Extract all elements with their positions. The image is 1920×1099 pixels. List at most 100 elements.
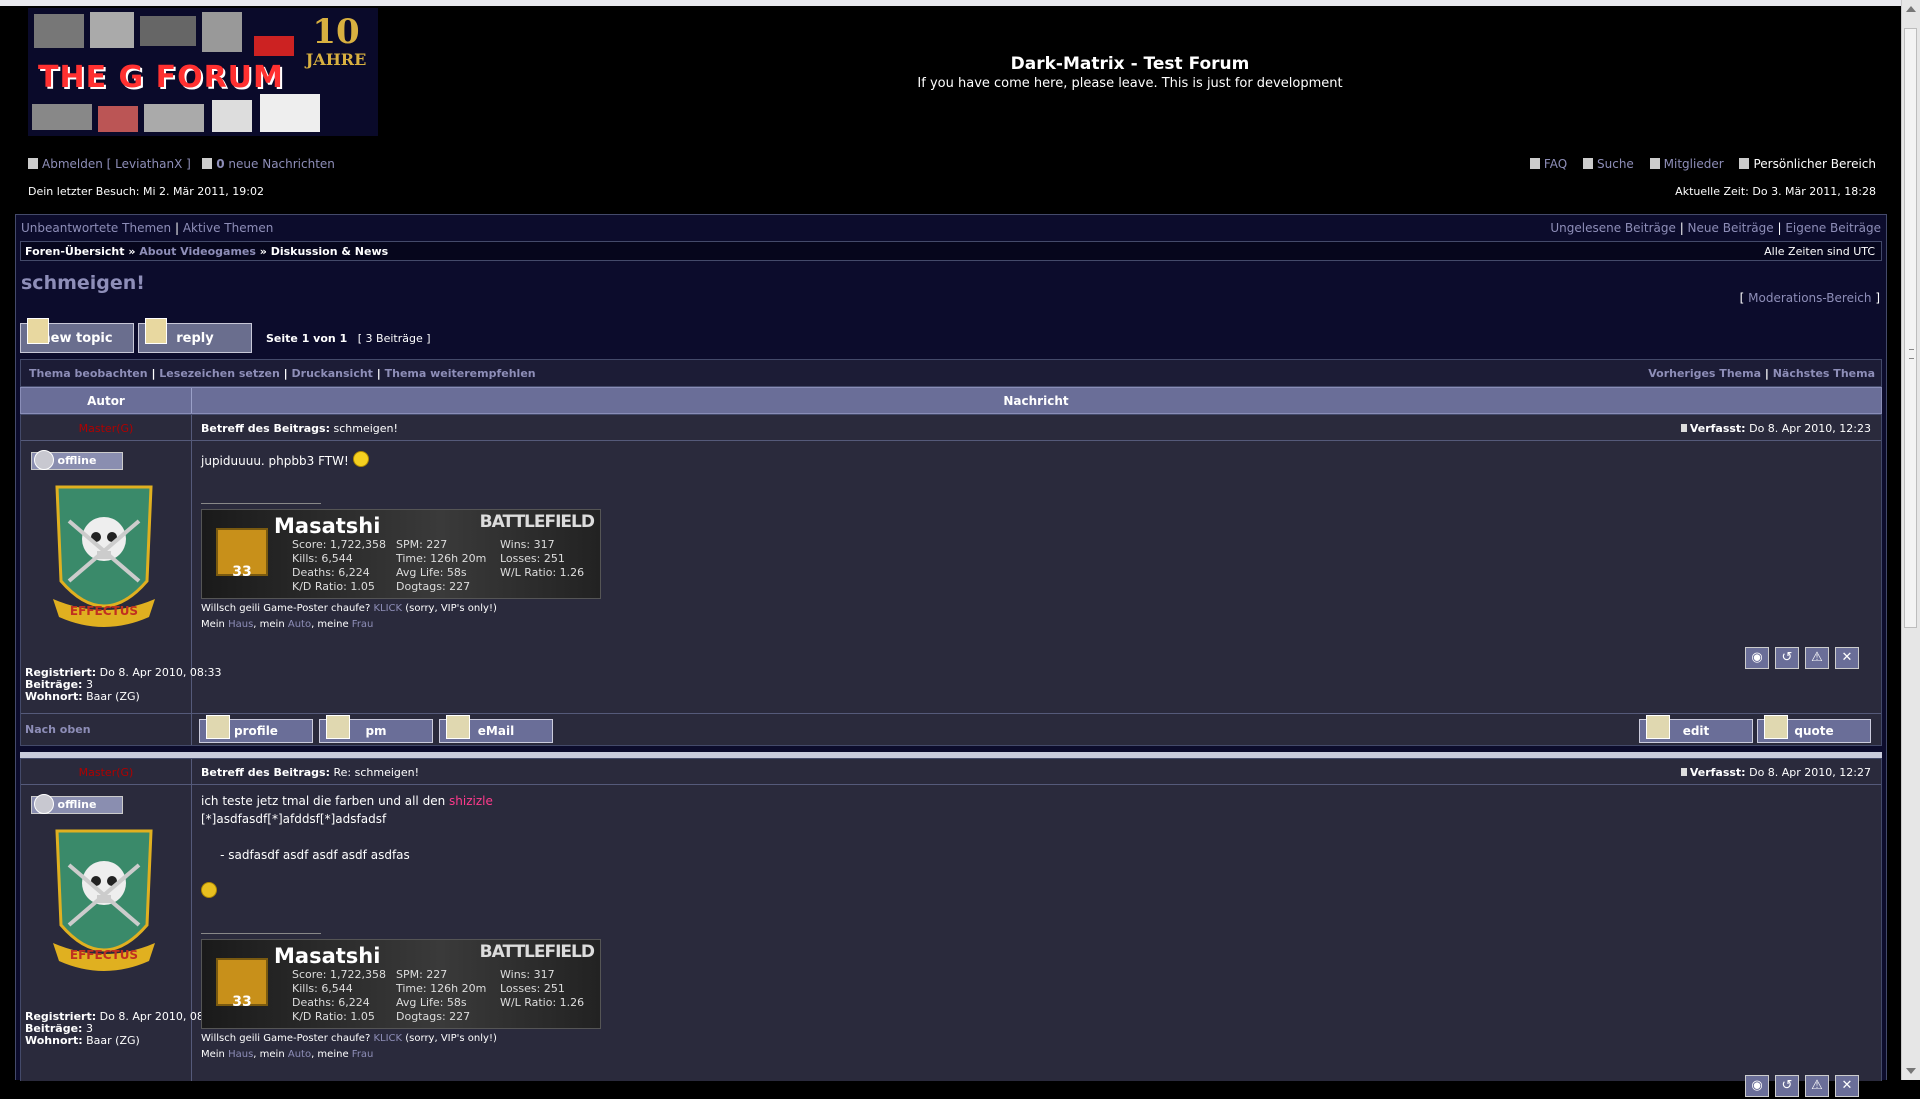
status-icon: [34, 794, 54, 814]
post-author[interactable]: Master(G): [21, 766, 191, 779]
profile-icon: [206, 715, 230, 739]
sig-auto-link[interactable]: Auto: [288, 619, 311, 630]
post-date: Verfasst: Do 8. Apr 2010, 12:27: [1680, 766, 1871, 779]
badge-label: JAHRE: [305, 50, 367, 69]
recommend-link[interactable]: Thema weiterempfehlen: [385, 367, 536, 380]
anniversary-badge: 10 JAHRE: [300, 12, 372, 96]
reply-button[interactable]: reply: [138, 318, 252, 353]
forum-logo[interactable]: THE G FORUM 10 JAHRE: [28, 8, 378, 136]
active-topics-link[interactable]: Aktive Themen: [183, 221, 274, 235]
new-posts-link[interactable]: Neue Beiträge: [1688, 221, 1774, 235]
site-description: If you have come here, please leave. Thi…: [917, 76, 1343, 91]
crumb-forum[interactable]: Diskussion & News: [271, 245, 388, 258]
quote-button[interactable]: quote: [1757, 715, 1871, 743]
crumb-index[interactable]: Foren-Übersicht: [25, 245, 125, 258]
pm-button[interactable]: pm: [319, 715, 433, 743]
status-icon: [34, 450, 54, 470]
back-to-top-link[interactable]: Nach oben: [25, 723, 91, 736]
page-info: Seite 1 von 1 [ 3 Beiträge ]: [266, 332, 431, 345]
email-icon: [446, 715, 470, 739]
player-name: Masatshi: [274, 514, 381, 538]
sig-frau-link[interactable]: Frau: [352, 1049, 374, 1060]
timezone-note: Alle Zeiten sind UTC: [1764, 245, 1875, 258]
user-avatar: EFFECTUS: [53, 829, 155, 971]
post-link-icon[interactable]: [1680, 768, 1687, 776]
post-date: Verfasst: Do 8. Apr 2010, 12:23: [1680, 422, 1871, 435]
post-subject: Betreff des Beitrags: schmeigen!: [201, 422, 398, 435]
print-view-link[interactable]: Druckansicht: [292, 367, 373, 380]
sig-auto-link[interactable]: Auto: [288, 1049, 311, 1060]
scroll-up-arrow-icon[interactable]: [1906, 6, 1916, 12]
members-link[interactable]: Mitglieder: [1664, 157, 1724, 171]
online-status: offline: [31, 450, 123, 470]
info-icon[interactable]: ◉: [1745, 647, 1769, 669]
edit-icon: [1646, 715, 1670, 739]
signature-banner: 33 Masatshi BATTLEFIELD Score: 1,722,358…: [201, 939, 601, 1029]
new-topic-button[interactable]: new topic: [20, 318, 134, 353]
main-panel: Unbeantwortete Themen | Aktive Themen Un…: [15, 214, 1887, 1097]
site-title: Dark-Matrix - Test Forum: [1010, 54, 1250, 74]
post-count: [ 3 Beiträge ]: [357, 332, 431, 345]
edit-post-icon[interactable]: ↺: [1775, 647, 1799, 669]
grin-smiley-icon: [352, 451, 369, 467]
ucp-link[interactable]: Persönlicher Bereich: [1753, 157, 1876, 171]
post: Master(G) Betreff des Beitrags: schmeige…: [20, 414, 1882, 746]
delete-icon[interactable]: ✕: [1835, 647, 1859, 669]
pm-icon: [326, 715, 350, 739]
post-mini-actions: ◉ ↺ ⚠ ✕: [1745, 1075, 1871, 1099]
col-author: Autor: [87, 394, 125, 408]
crumb-category[interactable]: About Videogames: [139, 245, 256, 258]
messages-icon: [202, 158, 213, 169]
watch-topic-link[interactable]: Thema beobachten: [29, 367, 148, 380]
last-visit: Dein letzter Besuch: Mi 2. Mär 2011, 19:…: [28, 185, 264, 198]
scrollbar-thumb[interactable]: [1904, 28, 1917, 628]
messages-link[interactable]: neue Nachrichten: [228, 157, 335, 171]
signature-text: Willsch geili Game-Poster chaufe? KLICK …: [201, 603, 497, 630]
topic-title[interactable]: schmeigen!: [21, 272, 145, 294]
user-profile-info: Registriert: Do 8. Apr 2010, 08:33 Beitr…: [25, 666, 222, 703]
new-topic-icon: [27, 318, 49, 344]
next-topic-link[interactable]: Nächstes Thema: [1773, 367, 1875, 380]
faq-icon: [1529, 158, 1540, 169]
email-button[interactable]: eMail: [439, 715, 553, 743]
sig-frau-link[interactable]: Frau: [352, 619, 374, 630]
online-status: offline: [31, 794, 123, 814]
prev-topic-link[interactable]: Vorheriges Thema: [1648, 367, 1761, 380]
messages-count[interactable]: 0: [216, 157, 224, 171]
sig-klick-link[interactable]: KLICK: [373, 1033, 402, 1044]
edit-button[interactable]: edit: [1639, 715, 1753, 743]
own-posts-link[interactable]: Eigene Beiträge: [1785, 221, 1881, 235]
user-links: Abmelden [ LeviathanX ] 0 neue Nachricht…: [28, 157, 335, 171]
faq-link[interactable]: FAQ: [1544, 157, 1567, 171]
unread-posts-link[interactable]: Ungelesene Beiträge: [1550, 221, 1675, 235]
post-link-icon[interactable]: [1680, 424, 1687, 432]
logout-icon: [28, 158, 38, 169]
sig-haus-link[interactable]: Haus: [228, 1049, 253, 1060]
search-link[interactable]: Suche: [1597, 157, 1634, 171]
post-author[interactable]: Master(G): [21, 422, 191, 435]
sig-haus-link[interactable]: Haus: [228, 619, 253, 630]
post: Master(G) Betreff des Beitrags: Re: schm…: [20, 758, 1882, 1097]
report-icon[interactable]: ⚠: [1805, 647, 1829, 669]
report-icon[interactable]: ⚠: [1805, 1075, 1829, 1097]
delete-icon[interactable]: ✕: [1835, 1075, 1859, 1097]
edit-post-icon[interactable]: ↺: [1775, 1075, 1799, 1097]
bookmark-link[interactable]: Lesezeichen setzen: [159, 367, 280, 380]
logout-link[interactable]: Abmelden [ LeviathanX ]: [42, 157, 191, 171]
sig-klick-link[interactable]: KLICK: [373, 603, 402, 614]
logo-text: THE G FORUM: [38, 60, 284, 95]
reply-pencil-icon: [145, 318, 167, 344]
badge-number: 10: [312, 12, 360, 52]
scroll-down-arrow-icon[interactable]: [1906, 1068, 1916, 1074]
ucp-icon: [1739, 158, 1750, 169]
info-icon[interactable]: ◉: [1745, 1075, 1769, 1097]
vertical-scrollbar[interactable]: [1901, 0, 1920, 1080]
game-title: BATTLEFIELD: [479, 512, 595, 532]
mod-area-link[interactable]: Moderations-Bereich: [1748, 291, 1871, 305]
browser-top-strip: [0, 0, 1902, 6]
post-body: jupiduuuu. phpbb3 FTW!: [201, 451, 369, 470]
user-profile-info: Registriert: Do 8. Apr 2010, 08:33 Beitr…: [25, 1010, 222, 1047]
mod-area: [ Moderations-Bereich ]: [1739, 291, 1880, 305]
profile-button[interactable]: profile: [199, 715, 313, 743]
unanswered-link[interactable]: Unbeantwortete Themen: [21, 221, 171, 235]
